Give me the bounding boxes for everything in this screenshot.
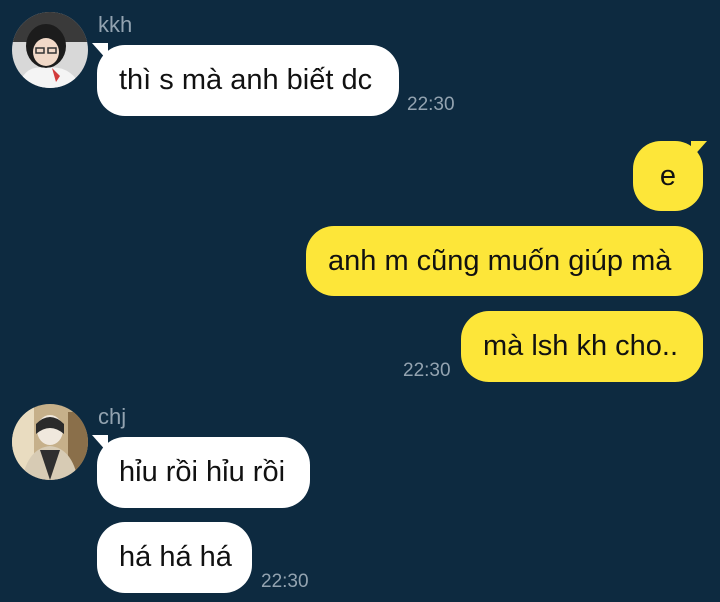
message-bubble[interactable]: mà lsh kh cho.. [461,311,703,382]
kkh-avatar[interactable] [12,12,88,88]
message-text: hỉu rồi hỉu rồi [119,456,286,488]
sender-name: kkh [98,12,133,37]
message-bubble[interactable]: há há há [97,522,252,593]
message-timestamp: 22:30 [403,360,451,381]
message-text: anh m cũng muốn giúp mà [328,245,672,277]
message-text: e [659,160,677,192]
message-text: thì s mà anh biết dc [119,64,373,96]
message-timestamp: 22:30 [261,571,309,592]
chat-conversation: kkh thì s mà anh biết dc 22:30 e anh m c… [0,0,720,602]
message-text: há há há [119,541,232,573]
message-timestamp: 22:30 [407,94,455,115]
sender-name: chj [98,404,127,429]
chj-avatar[interactable] [12,404,88,480]
message-bubble[interactable]: anh m cũng muốn giúp mà [306,226,703,296]
message-bubble[interactable]: hỉu rồi hỉu rồi [97,437,310,508]
message-bubble[interactable]: thì s mà anh biết dc [97,45,399,116]
message-text: mà lsh kh cho.. [483,330,679,362]
message-bubble[interactable]: e [633,141,703,211]
